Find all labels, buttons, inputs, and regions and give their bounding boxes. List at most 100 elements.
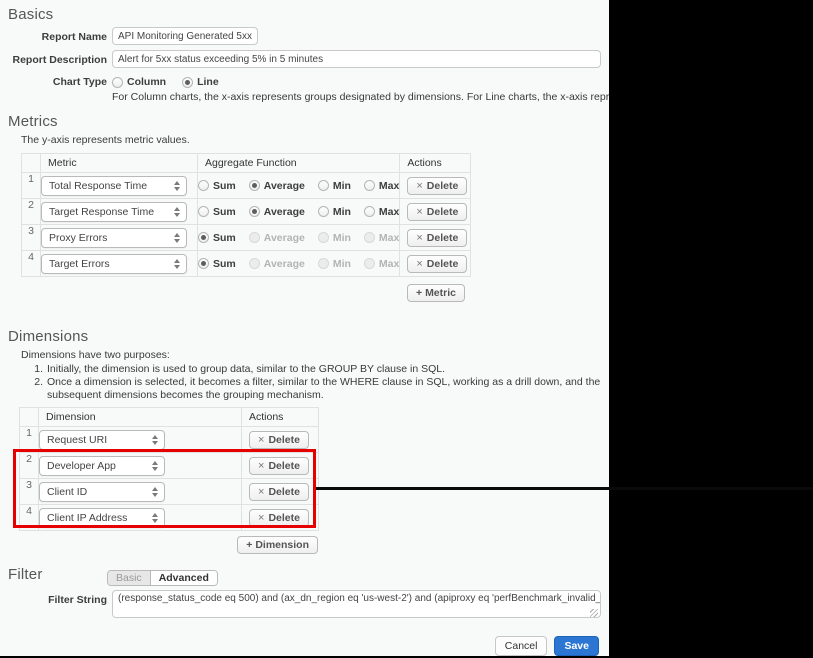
aggregate-min-option: Min — [318, 258, 351, 270]
basics-heading: Basics — [8, 6, 609, 23]
radio-sum-icon[interactable] — [198, 232, 209, 243]
select-stepper-icon — [152, 487, 158, 497]
purpose-item-2: 2. Once a dimension is selected, it beco… — [30, 376, 606, 402]
dimension-row-3: 3 Client ID ×Delete — [20, 479, 319, 505]
metrics-num-header — [22, 154, 41, 173]
x-icon: × — [416, 259, 422, 269]
select-stepper-icon — [152, 513, 158, 523]
x-icon: × — [258, 513, 264, 523]
chart-type-help-text: For Column charts, the x-axis represents… — [112, 91, 609, 103]
delete-metric-button-2[interactable]: ×Delete — [407, 203, 467, 221]
filter-heading: Filter — [8, 566, 609, 583]
chart-type-line-label: Line — [197, 76, 219, 88]
radio-average-icon[interactable] — [249, 180, 260, 191]
radio-column-icon[interactable] — [112, 77, 123, 88]
dimension-select-3[interactable]: Client ID — [39, 482, 165, 502]
chart-type-label: Chart Type — [8, 74, 107, 88]
delete-dimension-button-3[interactable]: ×Delete — [249, 483, 309, 501]
report-name-input[interactable] — [112, 27, 258, 45]
radio-sum-icon[interactable] — [198, 180, 209, 191]
dimension-row-number: 1 — [20, 427, 39, 453]
aggregate-min-option[interactable]: Min — [318, 206, 351, 218]
dimension-select-1[interactable]: Request URI — [39, 430, 165, 450]
aggregate-min-option: Min — [318, 232, 351, 244]
filter-mode-basic[interactable]: Basic — [108, 571, 150, 585]
radio-min-icon[interactable] — [318, 180, 329, 191]
dimensions-actions-header: Actions — [242, 408, 319, 427]
aggregate-max-option[interactable]: Max — [364, 206, 399, 218]
resize-grip-icon[interactable] — [590, 609, 598, 617]
radio-line-icon[interactable] — [182, 77, 193, 88]
delete-dimension-button-1[interactable]: ×Delete — [249, 431, 309, 449]
x-icon: × — [416, 181, 422, 191]
radio-average-icon[interactable] — [249, 206, 260, 217]
aggregate-max-option: Max — [364, 258, 399, 270]
metrics-table: Metric Aggregate Function Actions 1 Tota… — [21, 153, 471, 277]
radio-max-icon[interactable] — [364, 180, 375, 191]
metric-select-value: Target Errors — [49, 258, 110, 270]
dimension-select-value: Developer App — [47, 460, 116, 472]
delete-dimension-button-4[interactable]: ×Delete — [249, 509, 309, 527]
dimension-select-2[interactable]: Developer App — [39, 456, 165, 476]
annotation-connector-line — [316, 487, 813, 490]
metrics-section: Metrics The y-axis represents metric val… — [8, 113, 609, 277]
dimension-select-value: Request URI — [47, 434, 107, 446]
dimension-row-4: 4 Client IP Address ×Delete — [20, 505, 319, 531]
delete-metric-button-4[interactable]: ×Delete — [407, 255, 467, 273]
chart-type-option-column[interactable]: Column — [112, 76, 166, 88]
radio-min-icon[interactable] — [318, 206, 329, 217]
save-button[interactable]: Save — [554, 636, 599, 656]
aggregate-average-option[interactable]: Average — [249, 180, 305, 192]
select-stepper-icon — [174, 233, 180, 243]
chart-type-option-line[interactable]: Line — [182, 76, 219, 88]
dimensions-table: Dimension Actions 1 Request URI ×Delete … — [19, 407, 319, 531]
metric-select-2[interactable]: Target Response Time — [41, 202, 187, 222]
select-stepper-icon — [174, 181, 180, 191]
filter-section: Filter Basic Advanced Filter String (res… — [8, 566, 609, 636]
metric-row-4: 4 Target Errors Sum Average Min Max ×Del… — [22, 251, 471, 277]
filter-mode-advanced[interactable]: Advanced — [150, 571, 217, 585]
select-stepper-icon — [152, 435, 158, 445]
radio-max-icon[interactable] — [364, 206, 375, 217]
aggregate-min-option[interactable]: Min — [318, 180, 351, 192]
report-description-label: Report Description — [8, 50, 107, 66]
metric-select-value: Target Response Time — [49, 206, 154, 218]
aggregate-max-option[interactable]: Max — [364, 180, 399, 192]
report-description-input[interactable] — [112, 50, 601, 68]
aggregate-group-3: Sum Average Min Max — [198, 232, 399, 244]
add-metric-button[interactable]: + Metric — [407, 284, 465, 302]
delete-dimension-button-2[interactable]: ×Delete — [249, 457, 309, 475]
aggregate-average-option[interactable]: Average — [249, 206, 305, 218]
aggregate-sum-option[interactable]: Sum — [198, 258, 236, 270]
add-dimension-button[interactable]: + Dimension — [237, 536, 318, 554]
metric-row-3: 3 Proxy Errors Sum Average Min Max ×Dele… — [22, 225, 471, 251]
delete-metric-button-1[interactable]: ×Delete — [407, 177, 467, 195]
dimension-select-value: Client ID — [47, 486, 87, 498]
x-icon: × — [258, 435, 264, 445]
metric-select-1[interactable]: Total Response Time — [41, 176, 187, 196]
metric-select-3[interactable]: Proxy Errors — [41, 228, 187, 248]
radio-sum-icon[interactable] — [198, 258, 209, 269]
metric-row-number: 2 — [22, 199, 41, 225]
metric-select-4[interactable]: Target Errors — [41, 254, 187, 274]
purpose-item-1: 1. Initially, the dimension is used to g… — [30, 363, 606, 376]
aggregate-sum-option[interactable]: Sum — [198, 232, 236, 244]
cancel-button[interactable]: Cancel — [495, 636, 548, 656]
aggregate-average-option: Average — [249, 258, 305, 270]
metric-row-number: 1 — [22, 173, 41, 199]
report-name-label: Report Name — [8, 27, 107, 43]
metrics-aggregate-header: Aggregate Function — [198, 154, 400, 173]
select-stepper-icon — [174, 259, 180, 269]
radio-sum-icon[interactable] — [198, 206, 209, 217]
metrics-actions-header: Actions — [400, 154, 471, 173]
aggregate-sum-option[interactable]: Sum — [198, 180, 236, 192]
dimension-select-4[interactable]: Client IP Address — [39, 508, 165, 528]
radio-max-icon — [364, 232, 375, 243]
radio-average-icon — [249, 232, 260, 243]
dimensions-intro: Dimensions have two purposes: — [21, 349, 609, 361]
delete-metric-button-3[interactable]: ×Delete — [407, 229, 467, 247]
filter-string-input[interactable]: (response_status_code eq 500) and (ax_dn… — [112, 590, 601, 618]
aggregate-sum-option[interactable]: Sum — [198, 206, 236, 218]
select-stepper-icon — [152, 461, 158, 471]
metrics-header-row: Metric Aggregate Function Actions — [22, 154, 471, 173]
